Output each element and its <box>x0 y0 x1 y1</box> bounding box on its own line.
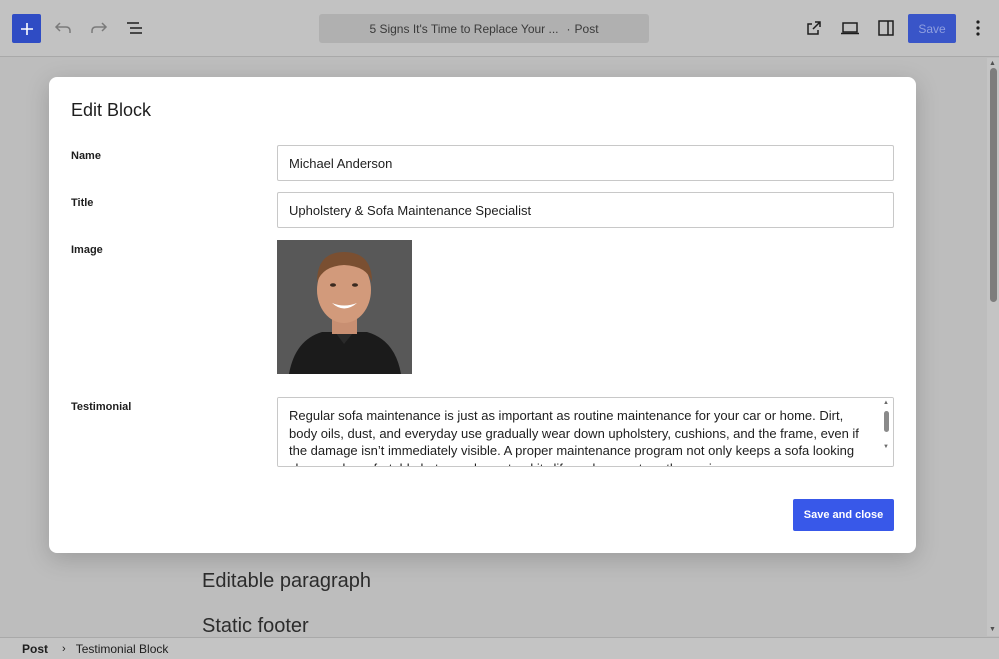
plus-icon <box>20 22 33 35</box>
redo-button[interactable] <box>84 13 114 43</box>
options-menu-button[interactable] <box>963 13 993 43</box>
breadcrumb-current[interactable]: Testimonial Block <box>76 642 169 656</box>
settings-sidebar-button[interactable] <box>871 13 901 43</box>
caret-down-icon[interactable]: ▼ <box>883 444 889 450</box>
testimonial-field[interactable]: Regular sofa maintenance is just as impo… <box>277 397 894 467</box>
list-view-icon <box>127 22 142 34</box>
name-input[interactable] <box>277 145 894 181</box>
modal-title: Edit Block <box>71 100 152 120</box>
scroll-down-arrow[interactable]: ▼ <box>989 626 996 633</box>
undo-button[interactable] <box>48 13 78 43</box>
redo-icon <box>91 22 108 33</box>
testimonial-textarea[interactable]: Regular sofa maintenance is just as impo… <box>278 398 893 466</box>
static-footer: Static footer <box>202 615 309 637</box>
scroll-up-arrow[interactable]: ▲ <box>989 60 996 67</box>
sidebar-toggle-icon <box>878 20 894 36</box>
portrait-photo <box>277 240 412 374</box>
more-options-icon <box>976 20 980 36</box>
undo-icon <box>54 22 71 33</box>
profile-image[interactable] <box>277 240 412 374</box>
editable-paragraph[interactable]: Editable paragraph <box>202 570 371 593</box>
save-button[interactable]: Save <box>908 14 956 43</box>
post-type-label: Post <box>574 21 599 36</box>
image-label: Image <box>71 244 103 256</box>
breadcrumb: Post › Testimonial Block <box>0 637 999 659</box>
testimonial-label: Testimonial <box>71 401 132 413</box>
title-separator: · <box>566 21 571 36</box>
external-link-icon <box>807 21 821 35</box>
breadcrumb-post[interactable]: Post <box>22 642 48 656</box>
view-post-button[interactable] <box>799 13 829 43</box>
document-title: 5 Signs It's Time to Replace Your ... <box>369 21 559 36</box>
page-scrollbar-thumb[interactable] <box>990 68 997 302</box>
name-label: Name <box>71 150 101 162</box>
document-title-bar[interactable]: 5 Signs It's Time to Replace Your ... · … <box>319 14 649 43</box>
list-view-button[interactable] <box>120 13 150 43</box>
add-block-button[interactable] <box>12 14 41 43</box>
title-input[interactable] <box>277 192 894 228</box>
editor-toolbar: 5 Signs It's Time to Replace Your ... · … <box>0 0 999 57</box>
preview-button[interactable] <box>835 13 865 43</box>
title-label: Title <box>71 197 94 209</box>
testimonial-scrollbar[interactable]: ▲ ▼ <box>882 400 891 462</box>
save-and-close-button[interactable]: Save and close <box>793 499 894 531</box>
caret-up-icon[interactable]: ▲ <box>883 400 889 406</box>
chevron-right-icon: › <box>62 642 66 655</box>
desktop-preview-icon <box>841 22 859 35</box>
testimonial-scroll-thumb[interactable] <box>884 411 889 432</box>
edit-block-modal: Edit Block Name Title Image Testimonial … <box>49 77 916 553</box>
